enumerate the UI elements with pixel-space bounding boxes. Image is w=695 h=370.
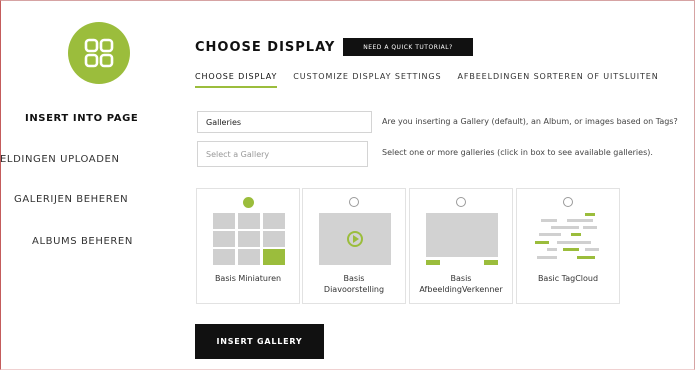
sidebar-item-manage-albums[interactable]: ALBUMS BEHEREN <box>32 236 133 247</box>
sidebar-item-manage-galleries[interactable]: GALERIJEN BEHEREN <box>14 194 128 205</box>
insert-gallery-button[interactable]: INSERT GALLERY <box>195 324 324 359</box>
tab-customize-display-settings[interactable]: CUSTOMIZE DISPLAY SETTINGS <box>293 72 441 88</box>
grid-icon <box>84 38 114 68</box>
gallery-select-input[interactable]: Select a Gallery <box>197 141 368 167</box>
slideshow-icon <box>319 213 391 265</box>
display-type-card-slideshow[interactable]: Basis Diavoorstelling <box>302 188 406 304</box>
display-type-card-imagebrowser[interactable]: Basis AfbeeldingVerkenner <box>409 188 513 304</box>
card-label: Basis Diavoorstelling <box>323 274 385 294</box>
card-label: Basic TagCloud <box>537 274 599 283</box>
display-type-card-thumbnails[interactable]: Basis Miniaturen <box>196 188 300 304</box>
radio-selected[interactable] <box>243 197 254 208</box>
tagcloud-icon <box>535 213 599 259</box>
source-hint: Are you inserting a Gallery (default), a… <box>382 117 678 126</box>
source-select[interactable]: Galleries <box>197 111 372 133</box>
sidebar-item-upload[interactable]: ELDINGEN UPLOADEN <box>0 154 120 165</box>
logo <box>68 22 130 84</box>
radio-unselected[interactable] <box>349 197 359 207</box>
sidebar-item-insert-into-page[interactable]: INSERT INTO PAGE <box>25 113 138 124</box>
page-title: CHOOSE DISPLAY <box>195 40 336 55</box>
card-label: Basis Miniaturen <box>214 274 282 283</box>
tab-sort-exclude-images[interactable]: AFBEELDINGEN SORTEREN OF UITSLUITEN <box>457 72 658 88</box>
display-type-card-tagcloud[interactable]: Basic TagCloud <box>516 188 620 304</box>
tutorial-button[interactable]: NEED A QUICK TUTORIAL? <box>343 38 473 56</box>
card-label: Basis AfbeeldingVerkenner <box>419 274 503 294</box>
thumbnails-icon <box>213 213 285 265</box>
radio-unselected[interactable] <box>456 197 466 207</box>
tab-choose-display[interactable]: CHOOSE DISPLAY <box>195 72 278 88</box>
radio-unselected[interactable] <box>563 197 573 207</box>
imagebrowser-icon <box>426 213 498 265</box>
gallery-hint: Select one or more galleries (click in b… <box>382 148 653 157</box>
tab-bar: CHOOSE DISPLAY CUSTOMIZE DISPLAY SETTING… <box>195 72 675 88</box>
